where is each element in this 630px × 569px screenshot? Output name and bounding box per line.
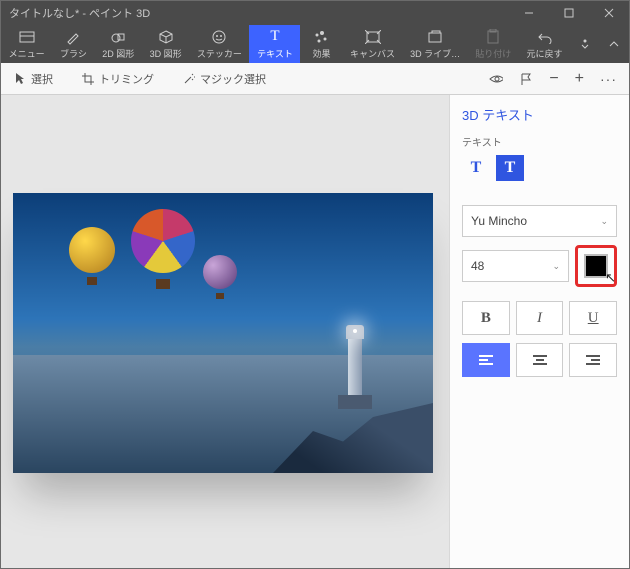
brush-tab[interactable]: ブラシ: [52, 25, 94, 63]
font-value: Yu Mincho: [471, 214, 527, 228]
text-3d-button[interactable]: T: [496, 155, 524, 181]
crop-tool[interactable]: トリミング: [75, 67, 160, 91]
flag-icon: [519, 72, 533, 86]
balloon-yellow: [69, 227, 115, 287]
align-row: [462, 343, 617, 377]
font-size-value: 48: [471, 259, 484, 273]
crop-label: トリミング: [99, 71, 154, 87]
effects-label: 効果: [312, 47, 330, 60]
minimize-button[interactable]: [509, 1, 549, 25]
brush-label: ブラシ: [60, 47, 87, 60]
balloon-multicolor: [131, 209, 195, 289]
text-section-label: テキスト: [462, 134, 617, 149]
shapes3d-icon: [158, 28, 174, 46]
magic-label: マジック選択: [200, 71, 266, 87]
close-button[interactable]: [589, 1, 629, 25]
pointer-icon: [13, 72, 27, 86]
undo-icon: [537, 28, 553, 46]
align-left-button[interactable]: [462, 343, 510, 377]
chevron-down-icon: ⌄: [600, 216, 608, 227]
underline-button[interactable]: U: [569, 301, 617, 335]
sticker-tab[interactable]: ステッカー: [189, 25, 249, 63]
undo-tab[interactable]: 元に戻す: [519, 25, 570, 63]
eye-icon: [489, 72, 503, 86]
paste-icon: [486, 28, 500, 46]
effects-icon: [313, 28, 329, 46]
titlebar: タイトルなし* - ペイント 3D: [1, 1, 629, 25]
text-color-button[interactable]: ↖: [575, 245, 617, 287]
maximize-button[interactable]: [549, 1, 589, 25]
align-center-button[interactable]: [516, 343, 564, 377]
menu-tab[interactable]: メニュー: [1, 25, 52, 63]
lighthouse: [343, 325, 367, 411]
shapes2d-tab[interactable]: 2D 図形: [95, 25, 142, 63]
shapes2d-label: 2D 図形: [102, 47, 134, 60]
menu-label: メニュー: [9, 47, 45, 60]
window-title: タイトルなし* - ペイント 3D: [1, 5, 509, 21]
format-row: B I U: [462, 301, 617, 335]
paint3d-window: タイトルなし* - ペイント 3D メニュー ブラシ 2D 図形 3D 図形 ス…: [0, 0, 630, 569]
main-area: 3D テキスト テキスト T T Yu Mincho ⌄ 48 ⌄ ↖: [1, 95, 629, 568]
plus-icon: +: [575, 70, 584, 88]
ribbon: メニュー ブラシ 2D 図形 3D 図形 ステッカー T テキスト 効果 キャン: [1, 25, 629, 63]
canvas-image[interactable]: [13, 193, 433, 473]
font-size-dropdown[interactable]: 48 ⌄: [462, 250, 569, 282]
text-2d-button[interactable]: T: [462, 155, 490, 181]
minus-icon: −: [549, 70, 558, 88]
ribbon-collapse[interactable]: [600, 25, 629, 63]
ribbon-more[interactable]: [570, 25, 599, 63]
toolbar-more[interactable]: ···: [594, 67, 623, 91]
crop-icon: [81, 72, 95, 86]
brush-icon: [65, 28, 81, 46]
lib3d-label: 3D ライブ…: [410, 47, 460, 60]
panel-title: 3D テキスト: [462, 105, 617, 124]
bold-button[interactable]: B: [462, 301, 510, 335]
text-label: テキスト: [257, 47, 293, 60]
magic-select-tool[interactable]: マジック選択: [176, 67, 272, 91]
toolbar: 選択 トリミング マジック選択 − + ···: [1, 63, 629, 95]
more-icon: ···: [600, 71, 617, 87]
menu-icon: [18, 28, 36, 46]
select-tool[interactable]: 選択: [7, 67, 59, 91]
shapes3d-tab[interactable]: 3D 図形: [142, 25, 189, 63]
sticker-icon: [211, 28, 227, 46]
select-label: 選択: [31, 71, 53, 87]
lib3d-icon: [427, 28, 443, 46]
effects-tab[interactable]: 効果: [300, 25, 342, 63]
italic-button[interactable]: I: [516, 301, 564, 335]
text-panel: 3D テキスト テキスト T T Yu Mincho ⌄ 48 ⌄ ↖: [449, 95, 629, 568]
chevron-down-icon: ⌄: [552, 261, 560, 272]
paste-tab: 貼り付け: [468, 25, 519, 63]
canvas-label: キャンバス: [350, 47, 395, 60]
mixed-reality-tool[interactable]: [513, 68, 539, 90]
magic-icon: [182, 72, 196, 86]
paste-label: 貼り付け: [475, 47, 511, 60]
text-icon: T: [270, 28, 279, 46]
canvas-tab[interactable]: キャンバス: [342, 25, 402, 63]
shapes2d-icon: [110, 28, 126, 46]
view-tool[interactable]: [483, 68, 509, 90]
sticker-label: ステッカー: [197, 47, 242, 60]
shapes3d-label: 3D 図形: [150, 47, 182, 60]
zoom-in[interactable]: +: [569, 66, 590, 92]
zoom-out[interactable]: −: [543, 66, 564, 92]
font-dropdown[interactable]: Yu Mincho ⌄: [462, 205, 617, 237]
canvas-icon: [365, 28, 381, 46]
canvas-area[interactable]: [1, 95, 449, 568]
cursor-icon: ↖: [605, 270, 616, 286]
align-right-button[interactable]: [569, 343, 617, 377]
balloon-purple: [203, 255, 237, 299]
text-mode-group: T T: [462, 155, 617, 181]
lib3d-tab[interactable]: 3D ライブ…: [403, 25, 468, 63]
text-tab[interactable]: T テキスト: [249, 25, 300, 63]
undo-label: 元に戻す: [527, 47, 563, 60]
